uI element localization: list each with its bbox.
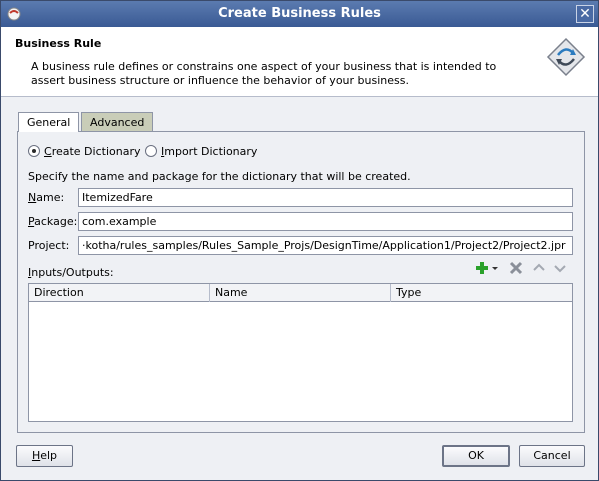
header-title: Business Rule [15,37,102,50]
radio-selected-icon [28,145,40,157]
delete-icon[interactable] [508,260,524,276]
dialog-window: Create Business Rules ✕ Business Rule A … [0,0,599,481]
add-icon[interactable] [474,260,490,276]
create-dictionary-radio[interactable]: Create Dictionary [28,145,140,161]
inputs-outputs-label: Inputs/Outputs: [28,266,114,279]
window-title: Create Business Rules [218,6,381,21]
dropdown-arrow-icon[interactable] [490,260,500,276]
project-label: Project: [28,239,70,252]
dialog-header: Business Rule A business rule defines or… [1,27,598,97]
package-label: Package: [28,215,78,228]
header-description: A business rule defines or constrains on… [31,60,497,87]
cancel-button[interactable]: Cancel [519,445,585,467]
tab-advanced[interactable]: Advanced [81,112,154,132]
import-dictionary-label: mport Dictionary [164,145,258,158]
project-field[interactable]: ·kotha/rules_samples/Rules_Sample_Projs/… [78,236,573,255]
column-header-direction[interactable]: Direction [29,284,210,302]
inputs-outputs-table[interactable]: Direction Name Type [28,283,573,422]
name-field[interactable]: ItemizedFare [78,188,573,207]
column-header-name[interactable]: Name [210,284,391,302]
name-label: Name: [28,191,65,204]
ok-button[interactable]: OK [442,445,510,467]
import-dictionary-radio[interactable]: Import Dictionary [145,145,257,161]
radio-unselected-icon [145,145,157,157]
business-rule-diamond-icon [546,37,586,77]
move-down-icon[interactable] [552,260,568,276]
tab-general[interactable]: General [18,112,80,132]
package-field[interactable]: com.example [78,212,573,231]
instructions-text: Specify the name and package for the dic… [28,170,411,183]
title-bar[interactable]: Create Business Rules ✕ [1,1,598,27]
create-mnemonic: C [44,145,52,158]
column-header-type[interactable]: Type [391,284,572,302]
create-dictionary-label: reate Dictionary [51,145,141,158]
close-icon[interactable]: ✕ [576,5,594,23]
help-button[interactable]: Help [16,445,73,467]
table-header: Direction Name Type [29,284,572,302]
move-up-icon[interactable] [531,260,547,276]
